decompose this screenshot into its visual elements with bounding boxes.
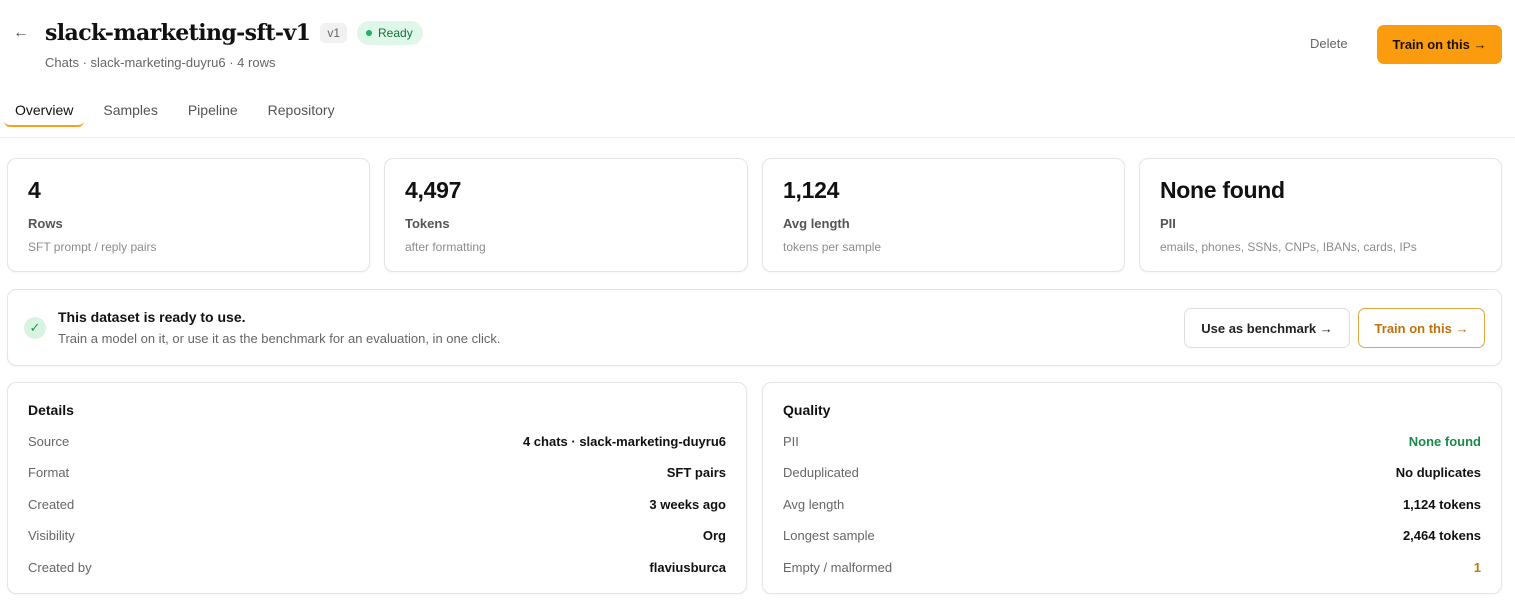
- tab-overview[interactable]: Overview: [4, 96, 85, 127]
- quality-row-avg-length: Avg length 1,124 tokens: [783, 497, 1481, 517]
- stat-description: after formatting: [405, 240, 486, 254]
- tab-samples[interactable]: Samples: [92, 96, 168, 127]
- banner-subtitle: Train a model on it, or use it as the be…: [58, 331, 501, 346]
- detail-value: flaviusburca: [649, 560, 726, 575]
- detail-row-source: Source 4 chats · slack-marketing-duyru6: [28, 434, 726, 454]
- quality-row-deduplicated: Deduplicated No duplicates: [783, 465, 1481, 485]
- page-title: slack-marketing-sft-v1: [45, 20, 311, 46]
- stat-label: Tokens: [405, 216, 450, 231]
- use-as-benchmark-button[interactable]: Use as benchmark →: [1184, 308, 1350, 348]
- details-panel: Details Source 4 chats · slack-marketing…: [7, 382, 747, 594]
- detail-value: SFT pairs: [666, 465, 726, 480]
- quality-row-longest-sample: Longest sample 2,464 tokens: [783, 528, 1481, 548]
- detail-key: Format: [28, 465, 70, 480]
- version-badge: v1: [320, 23, 347, 43]
- stat-value: 4,497: [405, 177, 462, 203]
- quality-key: Empty / malformed: [783, 560, 893, 575]
- page-subtitle: Chats · slack-marketing-duyru6 · 4 rows: [45, 55, 276, 70]
- quality-key: Longest sample: [783, 528, 875, 543]
- quality-key: Avg length: [783, 497, 845, 512]
- stat-card-tokens: 4,497 Tokens after formatting: [384, 158, 748, 272]
- tab-bar: Overview Samples Pipeline Repository: [4, 96, 354, 128]
- detail-row-created: Created 3 weeks ago: [28, 497, 726, 517]
- quality-value: No duplicates: [1395, 465, 1481, 480]
- quality-value: 2,464 tokens: [1402, 528, 1481, 543]
- delete-button[interactable]: Delete: [1310, 36, 1348, 51]
- tab-pipeline[interactable]: Pipeline: [177, 96, 249, 127]
- panel-title: Quality: [783, 402, 831, 418]
- detail-key: Created by: [28, 560, 92, 575]
- ready-banner: ✓ This dataset is ready to use. Train a …: [7, 289, 1502, 366]
- stat-description: emails, phones, SSNs, CNPs, IBANs, cards…: [1160, 240, 1417, 254]
- banner-train-button[interactable]: Train on this →: [1358, 308, 1485, 348]
- check-circle-icon: ✓: [24, 317, 46, 339]
- stat-label: Rows: [28, 216, 63, 231]
- banner-title: This dataset is ready to use.: [58, 309, 246, 325]
- stat-description: SFT prompt / reply pairs: [28, 240, 157, 254]
- page-header: ← slack-marketing-sft-v1 v1 Ready Chats …: [0, 0, 1515, 138]
- detail-key: Visibility: [28, 528, 75, 543]
- stat-card-avg-length: 1,124 Avg length tokens per sample: [762, 158, 1125, 272]
- status-label: Ready: [378, 26, 413, 40]
- train-button[interactable]: Train on this →: [1377, 25, 1502, 64]
- stat-label: Avg length: [783, 216, 850, 231]
- stat-value: None found: [1160, 177, 1285, 203]
- stat-description: tokens per sample: [783, 240, 882, 254]
- tab-repository[interactable]: Repository: [257, 96, 346, 127]
- detail-key: Source: [28, 434, 70, 449]
- back-arrow-icon[interactable]: ←: [12, 24, 30, 42]
- quality-value: 1: [1473, 560, 1481, 575]
- title-row: slack-marketing-sft-v1 v1 Ready: [45, 18, 423, 48]
- status-dot-icon: [366, 30, 372, 36]
- detail-key: Created: [28, 497, 75, 512]
- detail-row-format: Format SFT pairs: [28, 465, 726, 485]
- detail-row-created-by: Created by flaviusburca: [28, 560, 726, 580]
- stat-card-rows: 4 Rows SFT prompt / reply pairs: [7, 158, 370, 272]
- quality-key: PII: [783, 434, 799, 449]
- quality-value: 1,124 tokens: [1402, 497, 1481, 512]
- stat-card-pii: None found PII emails, phones, SSNs, CNP…: [1139, 158, 1502, 272]
- detail-value: 3 weeks ago: [649, 497, 726, 512]
- quality-row-empty-malformed: Empty / malformed 1: [783, 560, 1481, 580]
- quality-key: Deduplicated: [783, 465, 859, 480]
- panel-title: Details: [28, 402, 74, 418]
- quality-panel: Quality PII None found Deduplicated No d…: [762, 382, 1502, 594]
- detail-value: Org: [702, 528, 726, 543]
- quality-row-pii: PII None found: [783, 434, 1481, 454]
- stat-label: PII: [1160, 216, 1176, 231]
- stat-value: 4: [28, 177, 41, 203]
- status-badge: Ready: [357, 21, 423, 45]
- detail-row-visibility: Visibility Org: [28, 528, 726, 548]
- stat-value: 1,124: [783, 177, 840, 203]
- detail-value: 4 chats · slack-marketing-duyru6: [522, 434, 726, 449]
- quality-value: None found: [1408, 434, 1481, 449]
